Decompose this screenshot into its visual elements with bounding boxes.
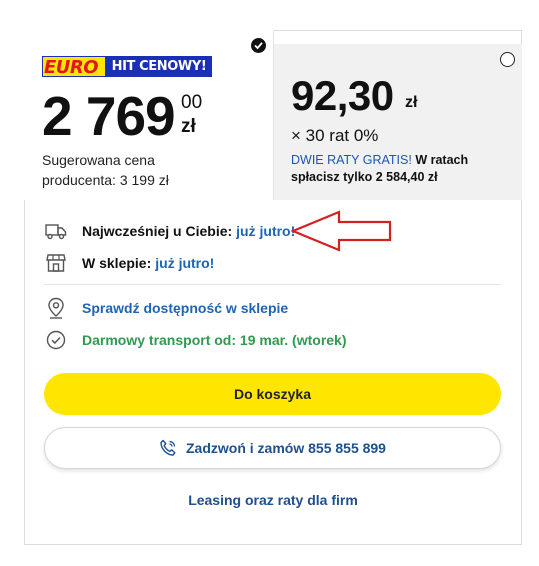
installment-count: × 30 rat 0% bbox=[291, 126, 379, 145]
call-to-order-label: Zadzwoń i zamów 855 855 899 bbox=[186, 440, 386, 456]
checkmark-icon bbox=[254, 42, 263, 50]
check-circle-icon bbox=[44, 328, 68, 352]
logo-euro-text: EURO bbox=[42, 56, 106, 78]
red-arrow-annotation bbox=[291, 210, 392, 252]
store-icon bbox=[44, 251, 68, 275]
installment-promo: DWIE RATY GRATIS! W ratach spłacisz tylk… bbox=[291, 152, 511, 186]
suggested-price-line1: Sugerowana cena bbox=[42, 152, 155, 168]
promo-text-1: W ratach bbox=[415, 153, 469, 167]
location-pin-icon bbox=[44, 296, 68, 320]
price-cents: 00 bbox=[181, 92, 203, 113]
promo-highlight: DWIE RATY GRATIS! bbox=[291, 153, 412, 167]
store-link[interactable]: już jutro! bbox=[155, 255, 214, 271]
leasing-link[interactable]: Leasing oraz raty dla firm bbox=[24, 492, 522, 508]
radio-unselected[interactable] bbox=[500, 52, 515, 67]
free-transport-row: Darmowy transport od: 19 mar. (wtorek) bbox=[44, 328, 347, 352]
euro-hit-cenowy-logo: EURO HIT CENOWY! bbox=[42, 56, 212, 78]
free-transport-text: Darmowy transport od: 19 mar. (wtorek) bbox=[82, 332, 347, 348]
radio-selected[interactable] bbox=[251, 38, 266, 53]
suggested-price: Sugerowana cena producenta: 3 199 zł bbox=[42, 150, 242, 190]
add-to-cart-button[interactable]: Do koszyka bbox=[44, 373, 501, 415]
price-main: 2 769 bbox=[42, 85, 176, 147]
promo-text-2: spłacisz tylko 2 584,40 zł bbox=[291, 170, 438, 184]
installment-amount: 92,30 bbox=[291, 72, 394, 119]
delivery-earliest-row: Najwcześniej u Ciebie: już jutro! bbox=[44, 219, 295, 243]
divider bbox=[44, 284, 501, 285]
check-store-row[interactable]: Sprawdź dostępność w sklepie bbox=[44, 296, 288, 320]
logo-hit-text: HIT CENOWY! bbox=[111, 59, 207, 74]
price-currency: zł bbox=[181, 116, 196, 137]
suggested-price-line2: producenta: 3 199 zł bbox=[42, 172, 169, 188]
phone-icon bbox=[159, 439, 177, 457]
earliest-label: Najwcześniej u Ciebie: bbox=[82, 223, 233, 239]
check-store-link[interactable]: Sprawdź dostępność w sklepie bbox=[82, 300, 288, 316]
call-to-order-button[interactable]: Zadzwoń i zamów 855 855 899 bbox=[44, 427, 501, 469]
delivery-store-row: W sklepie: już jutro! bbox=[44, 251, 214, 275]
installment-currency: zł bbox=[405, 94, 418, 111]
store-label: W sklepie: bbox=[82, 255, 152, 271]
truck-icon bbox=[44, 219, 68, 243]
earliest-link[interactable]: już jutro! bbox=[236, 223, 295, 239]
